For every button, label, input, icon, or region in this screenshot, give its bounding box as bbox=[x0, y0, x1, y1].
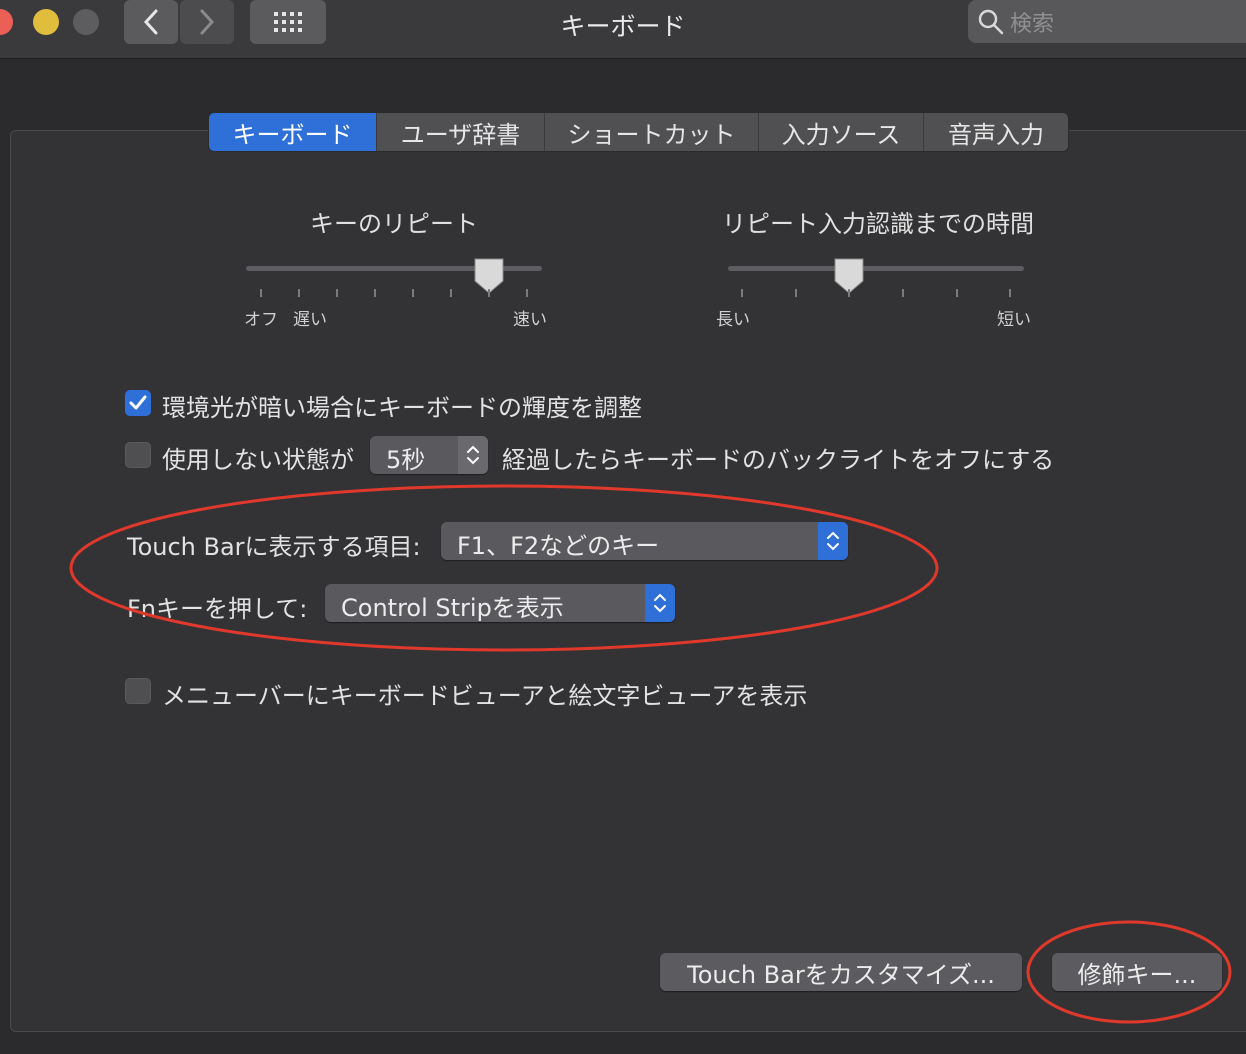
menu-viewer-label: メニューバーにキーボードビューアと絵文字ビューアを表示 bbox=[162, 682, 808, 710]
backlight-off-prefix: 使用しない状態が bbox=[162, 446, 354, 474]
backlight-duration-value: 5秒 bbox=[386, 446, 426, 474]
tab-user-dictionary[interactable]: ユーザ辞書 bbox=[376, 113, 544, 151]
fn-press-label: Fnキーを押して: bbox=[127, 595, 308, 623]
customize-touchbar-button[interactable]: Touch Barをカスタマイズ... bbox=[660, 953, 1022, 991]
key-repeat-label-slow: 遅い bbox=[293, 310, 327, 330]
fn-press-value: Control Stripを表示 bbox=[341, 594, 564, 622]
tick bbox=[298, 289, 300, 297]
repeat-delay-title: リピート入力認識までの時間 bbox=[722, 210, 1034, 238]
tab-keyboard[interactable]: キーボード bbox=[209, 113, 376, 151]
tab-input-sources[interactable]: 入力ソース bbox=[758, 113, 923, 151]
modifier-keys-button[interactable]: 修飾キー... bbox=[1052, 953, 1222, 991]
tick bbox=[450, 289, 452, 297]
popup-stepper bbox=[818, 522, 848, 560]
tick bbox=[741, 289, 743, 297]
touchbar-shows-value: F1、F2などのキー bbox=[457, 532, 660, 560]
key-repeat-label-off: オフ bbox=[244, 310, 278, 330]
tick bbox=[260, 289, 262, 297]
touchbar-shows-label: Touch Barに表示する項目: bbox=[127, 533, 421, 561]
updown-chevron-icon bbox=[654, 593, 666, 613]
menu-viewer-checkbox[interactable] bbox=[125, 678, 151, 704]
repeat-delay-slider-track[interactable] bbox=[728, 266, 1024, 271]
updown-chevron-icon bbox=[827, 531, 839, 551]
touchbar-shows-popup[interactable]: F1、F2などのキー bbox=[441, 522, 848, 560]
tick bbox=[488, 289, 490, 297]
checkmark-icon bbox=[129, 395, 147, 410]
backlight-off-suffix: 経過したらキーボードのバックライトをオフにする bbox=[502, 446, 1055, 474]
tab-bar: キーボード ユーザ辞書 ショートカット 入力ソース 音声入力 bbox=[208, 112, 1069, 152]
adjust-brightness-label: 環境光が暗い場合にキーボードの輝度を調整 bbox=[162, 394, 642, 422]
updown-chevron-icon bbox=[467, 445, 479, 465]
search-icon bbox=[978, 9, 1004, 34]
tick bbox=[374, 289, 376, 297]
tick bbox=[848, 289, 850, 297]
repeat-delay-label-short: 短い bbox=[997, 310, 1031, 330]
tick bbox=[795, 289, 797, 297]
backlight-off-checkbox[interactable] bbox=[125, 442, 151, 468]
tick bbox=[336, 289, 338, 297]
tick bbox=[526, 289, 528, 297]
backlight-duration-popup[interactable]: 5秒 bbox=[370, 436, 488, 474]
tick bbox=[956, 289, 958, 297]
key-repeat-title: キーのリピート bbox=[310, 210, 478, 238]
search-placeholder: 検索 bbox=[1010, 11, 1055, 37]
repeat-delay-label-long: 長い bbox=[716, 310, 750, 330]
tab-dictation[interactable]: 音声入力 bbox=[923, 113, 1068, 151]
title-bar: キーボード 検索 bbox=[0, 0, 1246, 59]
fn-press-popup[interactable]: Control Stripを表示 bbox=[325, 584, 675, 622]
preferences-panel bbox=[10, 130, 1246, 1032]
tick bbox=[902, 289, 904, 297]
tab-shortcuts[interactable]: ショートカット bbox=[544, 113, 758, 151]
adjust-brightness-checkbox[interactable] bbox=[125, 390, 151, 416]
tick bbox=[1009, 289, 1011, 297]
popup-stepper bbox=[645, 584, 675, 622]
tick bbox=[412, 289, 414, 297]
popup-stepper bbox=[458, 436, 488, 474]
search-field[interactable]: 検索 bbox=[968, 0, 1246, 43]
key-repeat-label-fast: 速い bbox=[513, 310, 547, 330]
